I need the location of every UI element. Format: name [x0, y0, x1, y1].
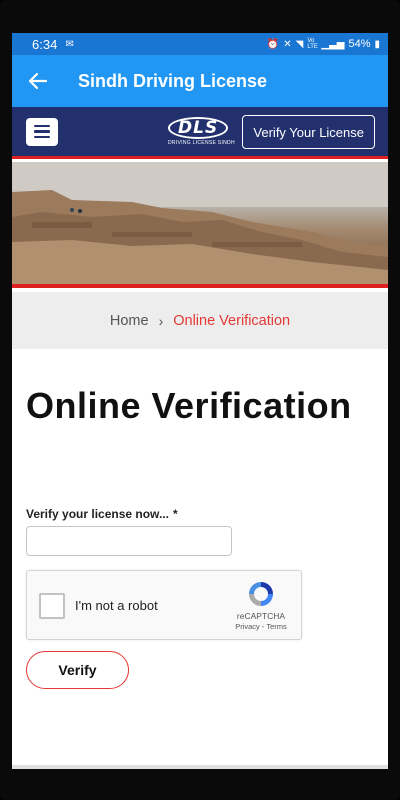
menu-button[interactable] [26, 117, 58, 146]
wifi-icon: ◥ [295, 38, 304, 50]
verify-license-button[interactable]: Verify Your License [242, 115, 375, 149]
app-title: Sindh Driving License [78, 70, 268, 91]
recaptcha-widget: I'm not a robot reCAPTCHA Privacy - Term… [26, 570, 302, 640]
verify-submit-button[interactable]: Verify [26, 651, 129, 689]
logo-text: DLS [168, 117, 228, 139]
battery-percent: 54% [348, 38, 371, 50]
battery-icon: ▮ [374, 38, 380, 50]
recaptcha-icon [249, 582, 273, 606]
required-mark: * [172, 507, 178, 521]
arrow-left-icon [29, 73, 47, 89]
message-icon: ✉ [65, 38, 74, 50]
page-title: Online Verification [26, 385, 352, 426]
mute-icon: ✕ [283, 38, 292, 50]
alarm-icon: ⏰ [266, 38, 280, 50]
hamburger-line [34, 135, 50, 139]
status-icons: ⏰ ✕ ◥ Vo LTE ▁▃▅ 54% ▮ [267, 38, 380, 50]
screen: 6:34 ✉ ⏰ ✕ ◥ Vo LTE ▁▃▅ 54% ▮ Sindh Driv… [12, 33, 388, 769]
hamburger-line [34, 130, 50, 133]
status-time: 6:34 [32, 36, 58, 52]
hamburger-icon [34, 124, 50, 128]
back-button[interactable] [12, 73, 64, 89]
breadcrumb-home-link[interactable]: Home [110, 313, 149, 329]
app-bar: Sindh Driving License [12, 55, 388, 107]
recaptcha-checkbox[interactable] [39, 593, 65, 619]
chevron-right-icon: › [158, 312, 164, 329]
site-navbar: DLS DRIVING LICENSE SINDH Verify Your Li… [12, 107, 388, 159]
status-bar: 6:34 ✉ ⏰ ✕ ◥ Vo LTE ▁▃▅ 54% ▮ [12, 33, 388, 55]
license-field-label: Verify your license now... * [26, 507, 178, 521]
license-field-label-text: Verify your license now... [26, 507, 169, 521]
license-number-input[interactable] [26, 526, 232, 556]
recaptcha-label: I'm not a robot [75, 598, 158, 613]
hero-banner-image [12, 162, 388, 288]
lte-icon: Vo LTE [307, 38, 318, 50]
bottom-divider [12, 765, 388, 769]
recaptcha-logo: reCAPTCHA Privacy - Terms [231, 579, 291, 631]
recaptcha-brand: reCAPTCHA [236, 611, 286, 621]
phone-frame: 6:34 ✉ ⏰ ✕ ◥ Vo LTE ▁▃▅ 54% ▮ Sindh Driv… [0, 0, 400, 800]
breadcrumb: Home › Online Verification [12, 292, 388, 349]
signal-icon: ▁▃▅ [321, 38, 345, 50]
ruins-illustration [12, 162, 388, 284]
breadcrumb-current: Online Verification [173, 312, 291, 329]
recaptcha-links[interactable]: Privacy - Terms [235, 622, 287, 631]
